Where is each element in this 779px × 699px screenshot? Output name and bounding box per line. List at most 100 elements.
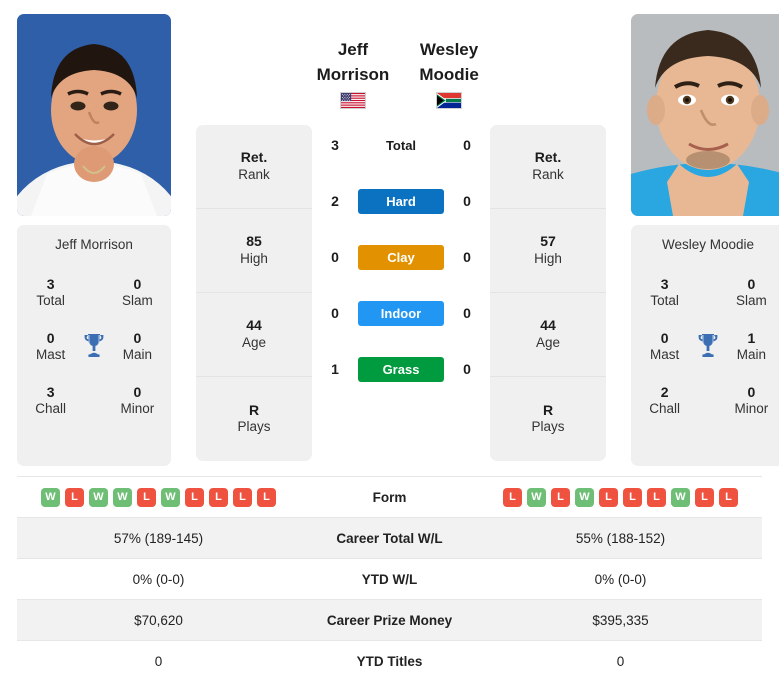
form-badge-l[interactable]: L — [65, 487, 84, 507]
surface-indoor-right-score: 0 — [463, 305, 471, 322]
surface-grass-badge[interactable]: Grass — [358, 356, 444, 382]
right-stat-slam: 0 Slam — [724, 276, 779, 310]
row-label-form: Form — [372, 489, 407, 505]
right-player-column: Wesley Moodie 3 Total 0 Slam 0 Mast 1 Ma… — [631, 14, 779, 466]
form-badge-w[interactable]: W — [527, 487, 546, 507]
form-badge-l[interactable]: L — [551, 487, 570, 507]
left-stat-slam-value: 0 — [133, 276, 142, 293]
form-badge-w[interactable]: W — [113, 487, 132, 507]
left-rank-card: Ret. Rank 85 High 44 Age R Plays — [196, 125, 312, 461]
surface-row-indoor: 0 Indoor 0 — [312, 285, 490, 341]
right-form-cell: LWLWLLLWLL — [479, 477, 762, 518]
surface-indoor-left-score: 0 — [331, 305, 339, 322]
right-rank-value: Ret. — [534, 149, 562, 166]
form-badge-l[interactable]: L — [623, 487, 642, 507]
surface-row-clay: 0 Clay 0 — [312, 229, 490, 285]
trophy-icon — [82, 332, 106, 363]
left-rank-value: Ret. — [240, 149, 268, 166]
form-badge-l[interactable]: L — [719, 487, 738, 507]
form-badge-l[interactable]: L — [695, 487, 714, 507]
form-badge-l[interactable]: L — [647, 487, 666, 507]
surface-indoor-badge[interactable]: Indoor — [358, 300, 444, 326]
right-stat-minor: 0 Minor — [724, 384, 779, 418]
surface-clay-right-score: 0 — [463, 249, 471, 266]
left-age-label: Age — [241, 334, 267, 350]
left-rank-item-age: 44 Age — [196, 293, 312, 377]
left-stat-mast: 0 Mast — [23, 330, 78, 364]
right-stat-mast-label: Mast — [650, 347, 680, 363]
form-badge-w[interactable]: W — [41, 487, 60, 507]
left-stat-minor-value: 0 — [133, 384, 142, 401]
left-player-card-name: Jeff Morrison — [55, 237, 133, 252]
surface-total-label: Total — [385, 137, 417, 153]
row-label-career-total-wl: Career Total W/L — [336, 530, 443, 546]
left-age-value: 44 — [246, 317, 262, 334]
form-badge-w[interactable]: W — [161, 487, 180, 507]
surface-hard-left-score: 2 — [331, 193, 339, 210]
right-career-total-wl: 55% (188-152) — [575, 530, 666, 546]
surface-hard-badge[interactable]: Hard — [358, 188, 444, 214]
right-titles-row-total-slam: 3 Total 0 Slam — [637, 266, 779, 320]
left-titles-row-chall-minor: 3 Chall 0 Minor — [23, 374, 165, 428]
form-badge-l[interactable]: L — [137, 487, 156, 507]
right-stat-chall-label: Chall — [649, 401, 681, 417]
right-stat-main-value: 1 — [747, 330, 756, 347]
right-stat-chall: 2 Chall — [637, 384, 692, 418]
form-badge-l[interactable]: L — [503, 487, 522, 507]
left-plays-value: R — [248, 401, 260, 418]
left-ytd-titles: 0 — [154, 653, 163, 669]
right-stat-minor-label: Minor — [734, 401, 769, 417]
right-rank-label: Rank — [532, 166, 564, 182]
right-rank-card: Ret. Rank 57 High 44 Age R Plays — [490, 125, 606, 461]
left-player-photo[interactable] — [17, 14, 171, 216]
row-label-ytd-titles: YTD Titles — [356, 653, 423, 669]
right-rank-column: Ret. Rank 57 High 44 Age R Plays — [490, 14, 606, 461]
form-badge-w[interactable]: W — [671, 487, 690, 507]
right-form-strip: LWLWLLLWLL — [479, 487, 762, 507]
right-rank-item-plays: R Plays — [490, 377, 606, 461]
left-stat-main-label: Main — [122, 347, 152, 363]
left-stat-main: 0 Main — [110, 330, 165, 364]
left-stat-minor: 0 Minor — [110, 384, 165, 418]
form-badge-l[interactable]: L — [257, 487, 276, 507]
surface-grass-left-score: 1 — [331, 361, 339, 378]
table-row-form: WLWWLWLLLL Form LWLWLLLWLL — [17, 476, 762, 518]
left-form-strip: WLWWLWLLLL — [17, 487, 300, 507]
form-badge-l[interactable]: L — [209, 487, 228, 507]
right-player-photo[interactable] — [631, 14, 779, 216]
left-rank-item-high: 85 High — [196, 209, 312, 293]
table-row-ytd-wl: 0% (0-0) YTD W/L 0% (0-0) — [17, 558, 762, 600]
form-badge-w[interactable]: W — [89, 487, 108, 507]
right-stat-main-label: Main — [736, 347, 766, 363]
right-plays-label: Plays — [531, 419, 565, 435]
left-form-cell: WLWWLWLLLL — [17, 477, 300, 518]
left-career-prize-money: $70,620 — [134, 612, 183, 628]
right-rank-item-age: 44 Age — [490, 293, 606, 377]
form-badge-l[interactable]: L — [233, 487, 252, 507]
right-trophy-icon-wrap — [692, 332, 723, 363]
left-player-stats-card: Jeff Morrison 3 Total 0 Slam 0 Mast 0 Ma… — [17, 225, 171, 466]
right-stat-minor-value: 0 — [747, 384, 756, 401]
surface-clay-badge[interactable]: Clay — [358, 244, 444, 270]
right-player-stats-card: Wesley Moodie 3 Total 0 Slam 0 Mast 1 Ma… — [631, 225, 779, 466]
right-stat-mast-value: 0 — [660, 330, 669, 347]
left-stat-main-value: 0 — [133, 330, 142, 347]
right-player-name-line-2: Moodie — [419, 64, 479, 84]
table-row-career-total-wl: 57% (189-145) Career Total W/L 55% (188-… — [17, 517, 762, 559]
left-titles-row-mast-main: 0 Mast 0 Main — [23, 320, 165, 374]
us-flag-icon — [339, 92, 366, 110]
right-age-label: Age — [535, 334, 561, 350]
form-badge-l[interactable]: L — [185, 487, 204, 507]
trophy-icon — [696, 332, 720, 363]
left-player-identity: Jeff Morrison — [312, 38, 394, 110]
form-badge-l[interactable]: L — [599, 487, 618, 507]
surface-row-grass: 1 Grass 0 — [312, 341, 490, 397]
left-stat-total-label: Total — [36, 293, 65, 309]
left-career-total-wl: 57% (189-145) — [113, 530, 204, 546]
player-comparison-page: Jeff Morrison 3 Total 0 Slam 0 Mast 0 Ma… — [0, 0, 779, 699]
left-trophy-icon-wrap — [78, 332, 109, 363]
left-stat-total: 3 Total — [23, 276, 78, 310]
comparison-header-area: Jeff Morrison 3 Total 0 Slam 0 Mast 0 Ma… — [0, 0, 779, 476]
table-row-career-prize-money: $70,620 Career Prize Money $395,335 — [17, 599, 762, 641]
form-badge-w[interactable]: W — [575, 487, 594, 507]
